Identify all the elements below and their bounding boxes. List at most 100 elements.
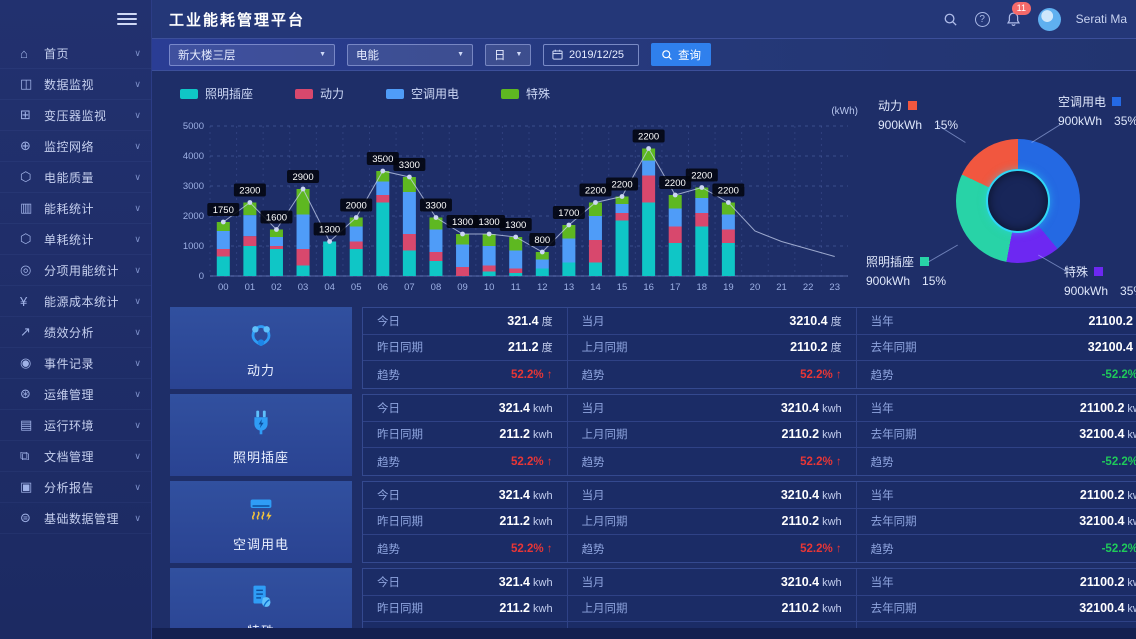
callout-values: 900kWh 35%	[1058, 114, 1136, 128]
category-cell-空调用电[interactable]: 空调用电	[170, 481, 352, 563]
sidebar-item-performance-analysis[interactable]: ↗ 绩效分析 ∨	[0, 317, 151, 348]
bar-value-label: 1700	[552, 206, 585, 219]
avatar[interactable]	[1037, 7, 1061, 31]
svg-text:17: 17	[670, 282, 681, 293]
sidebar-item-home[interactable]: ⌂ 首页 ∨	[0, 38, 151, 69]
trend-value: 52.2% ↑	[800, 455, 842, 468]
notifications-bell-icon[interactable]: 11	[1005, 2, 1031, 28]
chevron-down-icon: ∨	[134, 419, 141, 430]
sidebar-item-power-quality[interactable]: ⬡ 电能质量 ∨	[0, 162, 151, 193]
category-cell-动力[interactable]: 动力	[170, 307, 352, 389]
callout-label: 空调用电	[1058, 95, 1107, 109]
query-button[interactable]: 查询	[651, 43, 711, 66]
metric-label: 去年同期	[870, 429, 917, 442]
sidebar-item-subitem-energy-stats[interactable]: ◎ 分项用能统计 ∨	[0, 255, 151, 286]
metric-unit: kwh	[1127, 603, 1136, 616]
sidebar-item-energy-stats[interactable]: ▥ 能耗统计 ∨	[0, 193, 151, 224]
metric-cell: 当年 21100.2kwh	[855, 395, 1136, 422]
legend-item-特殊[interactable]: 特殊	[501, 85, 550, 102]
date-picker[interactable]: 2019/12/25	[543, 43, 639, 66]
svg-text:2000: 2000	[346, 201, 367, 212]
legend-item-照明插座[interactable]: 照明插座	[180, 85, 253, 102]
metric-cell: 趋势 -52.2% ↓	[855, 535, 1136, 562]
sidebar-item-monitor-network[interactable]: ⊕ 监控网络 ∨	[0, 131, 151, 162]
metric-cell: 昨日同期 211.2 kwh	[363, 509, 567, 536]
metric-unit: kwh	[533, 576, 553, 589]
bar-value-label: 2900	[287, 170, 320, 183]
sidebar-item-label: 基础数据管理	[44, 511, 120, 526]
category-label: 照明插座	[232, 449, 289, 465]
metric-cell: 当月 3210.4 kwh	[566, 395, 856, 422]
sidebar-item-label: 文档管理	[44, 449, 95, 464]
metric-label: 昨日同期	[377, 429, 423, 442]
category-cell-照明插座[interactable]: 照明插座	[170, 394, 352, 476]
metric-unit: kwh	[822, 516, 842, 529]
metric-label: 趋势	[870, 456, 894, 469]
metric-cell: 昨日同期 211.2 度	[363, 335, 567, 362]
chevron-down-icon: ∨	[134, 450, 141, 461]
sidebar-item-energy-cost-stats[interactable]: ¥ 能源成本统计 ∨	[0, 286, 151, 317]
notification-badge: 11	[1011, 2, 1031, 15]
sidebar-item-event-log[interactable]: ◉ 事件记录 ∨	[0, 348, 151, 379]
legend-item-空调用电[interactable]: 空调用电	[386, 85, 459, 102]
sidebar-item-runtime-environment[interactable]: ▤ 运行环境 ∨	[0, 410, 151, 441]
svg-text:15: 15	[617, 282, 628, 293]
svg-text:2200: 2200	[585, 186, 606, 197]
energy-type-select[interactable]: 电能 ▼	[347, 43, 473, 66]
bar-value-label: 2300	[233, 183, 266, 197]
svg-text:1600: 1600	[266, 213, 287, 224]
bar-value-label: 800	[529, 233, 556, 246]
metric-value: 211.2 度	[507, 340, 553, 355]
sidebar-item-transformer-monitor[interactable]: ⊞ 变压器监视 ∨	[0, 100, 151, 131]
trend-value: 52.2% ↑	[800, 368, 842, 381]
callout-amount: 900kWh	[878, 118, 923, 132]
search-icon	[662, 49, 672, 60]
metric-cell: 当年 21100.2kwh	[855, 482, 1136, 509]
sidebar-item-document-management[interactable]: ⧉ 文档管理 ∨	[0, 441, 151, 472]
sidebar-header	[0, 0, 151, 38]
help-icon[interactable]: ?	[974, 11, 990, 27]
svg-text:5000: 5000	[183, 121, 204, 132]
chevron-down-icon: ▼	[515, 51, 523, 58]
metric-value: 211.2 kwh	[499, 427, 553, 442]
svg-text:11: 11	[511, 282, 521, 293]
metric-cell: 趋势 52.2% ↑	[566, 448, 856, 475]
metric-label: 昨日同期	[377, 516, 423, 529]
database-icon: ⊜	[20, 510, 31, 525]
trend-value: -52.2% ↓	[1101, 455, 1136, 468]
svg-text:01: 01	[245, 282, 256, 293]
metric-label: 趋势	[377, 456, 400, 469]
search-icon[interactable]	[942, 10, 960, 28]
sidebar-item-base-data-management[interactable]: ⊜ 基础数据管理 ∨	[0, 503, 151, 534]
metric-value: 321.4 kwh	[498, 487, 553, 502]
dashboard-content: 照明插座 动力 空调用电 特殊 (kWh) 0 1000 2000 3000 4000 5000 0…	[152, 71, 1136, 639]
topbar: 工业能耗管理平台 ? 11 Serati Ma	[152, 0, 1136, 38]
hamburger-icon[interactable]	[117, 10, 137, 28]
metric-cell: 当年 21100.2度	[855, 308, 1136, 335]
svg-text:2200: 2200	[665, 178, 686, 189]
building-select[interactable]: 新大楼三层 ▼	[169, 43, 335, 66]
user-name[interactable]: Serati Ma	[1076, 12, 1127, 26]
sidebar-item-ops-management[interactable]: ⊛ 运维管理 ∨	[0, 379, 151, 410]
callout-title: 特殊	[1064, 263, 1136, 280]
legend-item-动力[interactable]: 动力	[295, 85, 344, 102]
svg-text:800: 800	[534, 235, 550, 246]
report-icon: ▣	[20, 479, 33, 494]
ac-icon	[244, 492, 278, 531]
sidebar-item-data-monitor[interactable]: ◫ 数据监视 ∨	[0, 69, 151, 100]
metric-label: 当月	[581, 315, 605, 328]
legend-label: 空调用电	[411, 87, 460, 101]
metric-label: 上月同期	[581, 516, 628, 529]
metric-cell: 昨日同期 211.2 kwh	[363, 596, 567, 623]
metric-value: 2110.2 kwh	[781, 427, 842, 442]
period-select[interactable]: 日 ▼	[485, 43, 531, 66]
metric-value: 321.4 kwh	[498, 400, 553, 415]
donut-chart	[956, 139, 1080, 263]
sidebar-item-unit-consumption-stats[interactable]: ⬡ 单耗统计 ∨	[0, 224, 151, 255]
chevron-down-icon: ∨	[134, 512, 141, 523]
metric-label: 昨日同期	[377, 603, 423, 616]
bar-value-label: 1300	[313, 222, 346, 236]
metric-cell: 去年同期 32100.4kwh	[855, 595, 1136, 623]
sidebar-item-analysis-report[interactable]: ▣ 分析报告 ∨	[0, 472, 151, 503]
metric-cell: 今日 321.4 kwh	[363, 569, 567, 596]
